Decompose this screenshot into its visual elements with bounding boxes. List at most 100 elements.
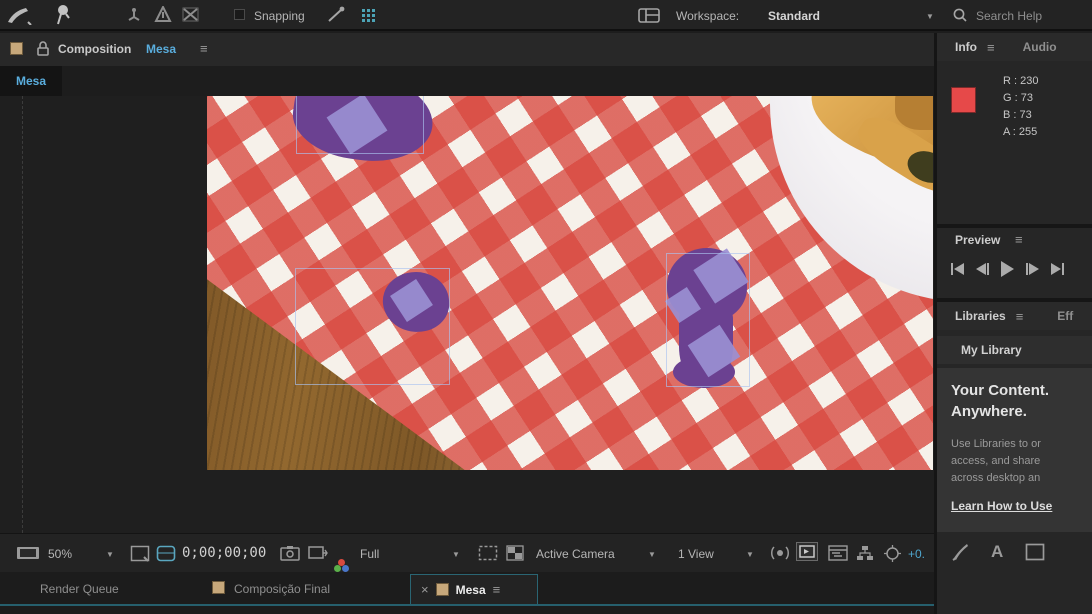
puppet-pin-tool-icon[interactable] xyxy=(52,4,72,26)
library-brush-icon[interactable] xyxy=(951,542,969,562)
libraries-content: Your Content. Anywhere. Use Libraries to… xyxy=(937,368,1092,532)
library-text-icon[interactable]: A xyxy=(991,542,1003,562)
camera-view-dropdown-icon[interactable]: ▼ xyxy=(648,550,656,559)
snap-options-icon[interactable] xyxy=(326,6,346,24)
brush-tool-icon[interactable] xyxy=(6,6,32,25)
workspace-selector[interactable]: Standard xyxy=(768,9,820,23)
bottom-tab-bar: Render Queue Composição Final × Mesa ≡ xyxy=(0,572,1092,614)
info-menu-icon[interactable]: ≡ xyxy=(987,40,995,55)
transparency-grid-icon[interactable] xyxy=(506,545,524,561)
workspace-dropdown-icon[interactable]: ▼ xyxy=(926,12,934,21)
after-effects-window: Snapping Workspace: Standard ▼ Search He… xyxy=(0,0,1092,614)
libraries-menu-icon[interactable]: ≡ xyxy=(1016,309,1024,324)
panel-menu-icon[interactable]: ≡ xyxy=(200,41,208,56)
track-camera-tool-icon[interactable] xyxy=(182,7,199,22)
pan-camera-tool-icon[interactable] xyxy=(154,6,172,23)
search-help-field[interactable]: Search Help xyxy=(976,9,1042,23)
reset-exposure-icon[interactable] xyxy=(884,545,901,562)
lock-icon[interactable] xyxy=(36,40,50,57)
resolution-dropdown-icon[interactable]: ▼ xyxy=(452,550,460,559)
tab-mesa-active[interactable]: × Mesa ≡ xyxy=(410,574,538,604)
snapshot-icon[interactable] xyxy=(280,545,300,561)
play-button[interactable] xyxy=(1001,261,1014,277)
snapping-checkbox[interactable] xyxy=(234,9,245,20)
view-layout-dropdown-icon[interactable]: ▼ xyxy=(746,550,754,559)
orbit-camera-tool-icon[interactable] xyxy=(126,7,142,23)
tab-libraries[interactable]: Libraries xyxy=(955,309,1006,323)
last-frame-button[interactable] xyxy=(1051,263,1064,275)
first-frame-button[interactable] xyxy=(951,263,964,275)
info-color-swatch xyxy=(951,87,976,113)
tab-render-queue[interactable]: Render Queue xyxy=(40,582,119,596)
tab-effects-clipped[interactable]: Eff xyxy=(1057,309,1073,323)
workspace-icon xyxy=(638,8,660,23)
monitor-icon[interactable] xyxy=(16,546,40,562)
libraries-body-line-2: access, and share xyxy=(951,453,1092,470)
grid-guide-options-icon[interactable] xyxy=(130,545,150,562)
selection-box[interactable] xyxy=(296,96,424,154)
libraries-tab-row: Libraries ≡ Eff xyxy=(937,302,1092,330)
composition-image[interactable] xyxy=(207,96,933,470)
show-snapshot-icon[interactable] xyxy=(308,545,328,561)
timecode-display[interactable]: 0;00;00;00 xyxy=(182,545,266,561)
panel-color-swatch xyxy=(10,42,23,55)
channels-icon[interactable] xyxy=(334,559,350,573)
mesa-color-swatch xyxy=(436,583,449,596)
pixel-aspect-correction-icon[interactable] xyxy=(770,545,790,561)
library-shape-icon[interactable] xyxy=(1025,543,1045,561)
libraries-body-line-1: Use Libraries to or xyxy=(951,436,1092,453)
magnification-dropdown-icon[interactable]: ▼ xyxy=(106,550,114,559)
timeline-icon[interactable] xyxy=(828,545,848,561)
library-selector[interactable]: My Library xyxy=(937,336,1092,364)
safe-zones-icon[interactable] xyxy=(156,545,176,562)
learn-how-link[interactable]: Learn How to Use xyxy=(951,499,1092,513)
workspace-label: Workspace: xyxy=(676,9,739,23)
info-rgba-values: R : 230 G : 73 B : 73 A : 255 xyxy=(1003,73,1038,141)
resolution-value[interactable]: Full xyxy=(360,547,379,561)
next-frame-button[interactable] xyxy=(1026,263,1039,275)
preview-menu-icon[interactable]: ≡ xyxy=(1015,232,1023,247)
tab-info[interactable]: Info xyxy=(955,40,977,54)
tab-composicao-final[interactable]: Composição Final xyxy=(234,582,330,596)
preview-title: Preview xyxy=(955,233,1000,247)
composition-viewer[interactable] xyxy=(0,96,934,533)
composition-panel-header: Composition Mesa ≡ xyxy=(0,33,934,66)
selection-box[interactable] xyxy=(295,268,450,385)
snap-grid-icon[interactable] xyxy=(362,9,365,12)
magnification-value[interactable]: 50% xyxy=(48,547,72,561)
info-a-value: A : 255 xyxy=(1003,124,1038,141)
previous-frame-button[interactable] xyxy=(976,263,989,275)
libraries-headline-2: Anywhere. xyxy=(951,401,1092,422)
fast-previews-icon[interactable] xyxy=(796,542,818,561)
selection-box[interactable] xyxy=(666,253,750,387)
panel-divider xyxy=(937,224,1092,228)
region-of-interest-icon[interactable] xyxy=(478,545,498,561)
viewer-tab-mesa[interactable]: Mesa xyxy=(0,66,62,96)
tab-audio[interactable]: Audio xyxy=(1023,40,1057,54)
panel-title: Composition xyxy=(58,42,131,56)
exposure-value[interactable]: +0. xyxy=(908,547,925,561)
flowchart-icon[interactable] xyxy=(856,545,874,561)
libraries-headline-1: Your Content. xyxy=(951,380,1092,401)
info-tab-row: Info ≡ Audio xyxy=(937,33,1092,61)
viewer-toolbar: 50% ▼ 0;00;00;00 Full ▼ Active Camera ▼ xyxy=(0,533,934,572)
panel-comp-name: Mesa xyxy=(146,42,176,56)
info-g-value: G : 73 xyxy=(1003,90,1038,107)
guide-line xyxy=(22,96,23,533)
transport-controls xyxy=(951,261,1064,277)
view-layout-selector[interactable]: 1 View xyxy=(678,547,714,561)
top-toolbar: Snapping Workspace: Standard ▼ Search He… xyxy=(0,0,1092,31)
camera-view-selector[interactable]: Active Camera xyxy=(536,547,615,561)
info-r-value: R : 230 xyxy=(1003,73,1038,90)
right-panel: Info ≡ Audio R : 230 G : 73 B : 73 A : 2… xyxy=(937,33,1092,614)
tab-mesa-label: Mesa xyxy=(456,583,486,597)
snapping-label: Snapping xyxy=(254,9,305,23)
close-icon[interactable]: × xyxy=(421,582,429,597)
comp-final-color-swatch xyxy=(212,581,225,594)
panel-splitter[interactable] xyxy=(934,33,937,614)
libraries-toolbar: A xyxy=(951,539,1045,565)
libraries-body-line-3: across desktop an xyxy=(951,470,1092,487)
active-tab-underline xyxy=(0,604,1092,606)
info-b-value: B : 73 xyxy=(1003,107,1038,124)
tab-menu-icon[interactable]: ≡ xyxy=(493,582,501,597)
